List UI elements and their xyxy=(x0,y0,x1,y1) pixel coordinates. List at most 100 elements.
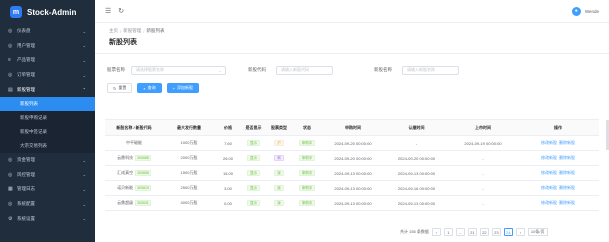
sidebar-item-3[interactable]: ◎ 订单管理 ⌄ xyxy=(0,68,95,83)
cell-status: 申购中 xyxy=(292,140,322,146)
stock-name-select[interactable]: 请选择股票名称 ⌄ xyxy=(131,65,226,75)
cell-price: 3.00 xyxy=(224,185,232,191)
reset-button[interactable]: ↻ 重置 xyxy=(107,83,133,93)
order-icon: ◎ xyxy=(8,72,13,79)
refresh-icon[interactable]: ↻ xyxy=(118,7,124,15)
column-header: 认缴时间 xyxy=(408,124,425,130)
cell-name: 中平磁能 xyxy=(105,140,163,146)
breadcrumb-separator: / xyxy=(120,28,122,34)
edit-stock-link[interactable]: 修改新股 xyxy=(541,185,557,191)
sidebar-item-7[interactable]: ▦ 管理日志 ⌄ xyxy=(0,182,95,197)
delete-stock-link[interactable]: 删除新股 xyxy=(559,185,575,191)
sidebar-item-label: 订单管理 xyxy=(17,72,35,78)
sidebar-item-1[interactable]: ◎ 用户管理 ⌄ xyxy=(0,39,95,54)
sidebar-subitem-3[interactable]: 大宗交易列表 xyxy=(0,139,95,153)
product-icon: ≡ xyxy=(8,57,11,64)
sidebar-subitem-0[interactable]: 新股列表 xyxy=(0,96,95,111)
sidebar-item-4[interactable]: ▤ 新股管理 ⌃ xyxy=(0,82,95,97)
sidebar-item-2[interactable]: ≡ 产品管理 ⌄ xyxy=(0,53,95,68)
stock-name: 中平磁能 xyxy=(126,140,142,145)
page-button[interactable]: ... xyxy=(455,228,465,236)
sidebar-item-label: 风控管理 xyxy=(17,171,35,177)
chevron-down-icon: ⌄ xyxy=(82,186,86,192)
edit-stock-link[interactable]: 修改新股 xyxy=(541,170,557,176)
stock-code-placeholder: 请输入新股代码 xyxy=(281,67,309,72)
table-row: 中平磁能 1000万股 7.60 显示 沪 申购中 2024-09-20 00:… xyxy=(105,136,599,151)
cell-list-time: 2024-09-19 00:00:00 xyxy=(464,140,502,146)
delete-stock-link[interactable]: 删除新股 xyxy=(559,155,575,161)
avatar[interactable]: ● xyxy=(571,6,581,16)
cell-status: 申购中 xyxy=(292,170,322,176)
user-name: Wende xyxy=(584,8,599,14)
add-stock-button[interactable]: + 添加新股 xyxy=(166,83,199,93)
app-title: Stock-Admin xyxy=(27,7,77,17)
page-button[interactable]: 24 xyxy=(503,228,513,236)
delete-stock-link[interactable]: 删除新股 xyxy=(559,140,575,146)
stock-name: 云鼎科技 xyxy=(117,155,134,160)
breadcrumb-home[interactable]: 主页 xyxy=(109,28,118,34)
page-list: 1... 21 22 23 24 xyxy=(443,228,513,236)
page-button[interactable]: 1 xyxy=(443,228,453,236)
column-header: 最大发行数量 xyxy=(177,124,201,130)
search-button[interactable]: ⌕ 查询 xyxy=(137,83,162,93)
page-button[interactable]: 21 xyxy=(467,228,477,236)
home-icon: ◎ xyxy=(8,28,13,35)
delete-stock-link[interactable]: 删除新股 xyxy=(559,170,575,176)
cell-price: 7.60 xyxy=(224,140,232,146)
sidebar-item-label: 用户管理 xyxy=(17,42,35,48)
cell-subscribe-time: 2024-09-13 00:00:00 xyxy=(334,170,372,176)
edit-stock-link[interactable]: 修改新股 xyxy=(541,155,557,161)
sidebar-item-5[interactable]: ◎ 资金管理 ⌄ xyxy=(0,153,95,168)
edit-stock-link[interactable]: 修改新股 xyxy=(541,140,557,146)
stock-code-tag: 300819 xyxy=(135,185,151,191)
sidebar-item-8[interactable]: ◎ 系统配置 ⌄ xyxy=(0,197,95,212)
stock-code-input[interactable]: 请输入新股代码 xyxy=(276,65,333,75)
next-page-button[interactable]: › xyxy=(515,228,525,236)
chevron-down-icon: ⌄ xyxy=(82,172,86,178)
cell-pay-time: - xyxy=(415,140,418,146)
cell-pay-time: 2024-09-20 00:00:00 xyxy=(397,155,436,161)
cell-qty: 2500万股 xyxy=(180,185,198,190)
cell-list-time: - xyxy=(482,185,484,191)
page-size-select[interactable]: 10条/页 xyxy=(527,228,548,236)
cell-name: 云鼎科技 300688 xyxy=(105,155,163,161)
chevron-down-icon: ⌄ xyxy=(82,72,86,78)
breadcrumb-separator: / xyxy=(143,28,145,34)
cell-qty: 4000万股 xyxy=(180,200,198,205)
chevron-down-icon: ⌄ xyxy=(82,157,86,163)
status-badge: 申购中 xyxy=(298,170,316,176)
page-button[interactable]: 23 xyxy=(491,228,501,236)
sidebar-subitem-1[interactable]: 新股申购记录 xyxy=(0,111,95,125)
page-button[interactable]: 22 xyxy=(479,228,489,236)
cell-pay-time: 2024-09-13 00:00:00 xyxy=(397,200,436,206)
delete-stock-link[interactable]: 删除新股 xyxy=(559,200,575,206)
cell-show: 显示 xyxy=(241,185,266,191)
new-stock-name-placeholder: 请输入新股名称 xyxy=(407,67,435,72)
breadcrumb-current: 新股列表 xyxy=(146,28,165,33)
cell-pay-time: 2024-09-13 00:00:00 xyxy=(397,170,436,176)
navbar: ☰ ↻ ● Wende xyxy=(95,0,609,23)
type-badge: 沪 xyxy=(274,140,284,146)
reset-label: 重置 xyxy=(118,85,127,90)
page-title: 新股列表 xyxy=(109,39,137,46)
cell-qty: 1500万股 xyxy=(180,170,198,175)
cell-subscribe-time: 2024-09-13 00:00:00 xyxy=(334,200,372,206)
menu-toggle-icon[interactable]: ☰ xyxy=(105,7,111,15)
cell-subscribe-time: 2024-09-20 00:00:00 xyxy=(334,140,372,146)
sidebar-subitem-2[interactable]: 新股中签记录 xyxy=(0,125,95,139)
cell-show: 显示 xyxy=(241,170,266,176)
user-menu[interactable]: ● Wende xyxy=(571,6,599,16)
sidebar: m Stock-Admin ◎ 仪表盘 ⌄ ◎ 用户管理 ⌄ ≡ 产品管理 ⌄ ◎ 订… xyxy=(0,0,95,242)
sidebar-item-6[interactable]: ◎ 风控管理 ⌄ xyxy=(0,168,95,183)
prev-page-button[interactable]: ‹ xyxy=(431,228,441,236)
sidebar-item-9[interactable]: ⚙ 系统设置 ⌄ xyxy=(0,211,95,226)
sidebar-item-0[interactable]: ◎ 仪表盘 ⌄ xyxy=(0,24,95,39)
filter-label-stock-name: 股票名称 xyxy=(107,67,125,72)
show-badge: 显示 xyxy=(247,170,260,176)
config-icon: ◎ xyxy=(8,201,13,208)
cell-actions: 修改新股 删除新股 xyxy=(517,155,599,161)
new-stock-name-input[interactable]: 请输入新股名称 xyxy=(402,65,459,75)
breadcrumb-section[interactable]: 新股管理 xyxy=(123,28,141,34)
app-logo[interactable]: m Stock-Admin xyxy=(0,0,95,24)
edit-stock-link[interactable]: 修改新股 xyxy=(541,200,557,206)
